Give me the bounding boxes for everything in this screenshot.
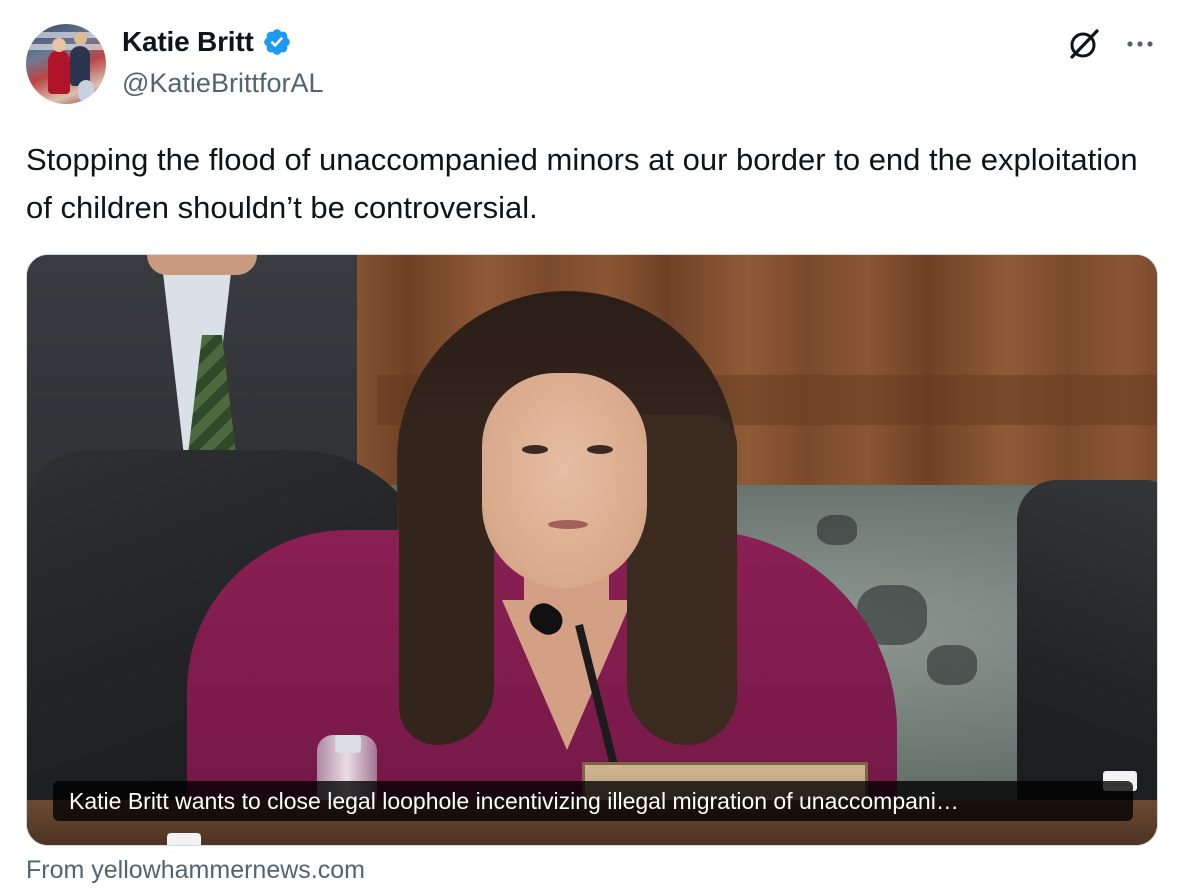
author-name-row: Katie Britt [122,26,292,58]
tweet-card: Katie Britt @KatieBrittforAL Stopping th… [0,0,1184,896]
speaker-lips [548,520,588,529]
avatar-person-head [52,38,66,52]
more-options-icon[interactable] [1124,28,1156,60]
marble-vein [817,515,857,545]
tweet-text: Stopping the flood of unaccompanied mino… [26,142,1138,225]
avatar-child [78,80,94,102]
avatar-flag-stripe [26,32,106,38]
background-man-chin [147,255,257,275]
avatar[interactable] [26,24,106,104]
author-handle[interactable]: @KatieBrittforAL [122,68,324,99]
link-card-media[interactable]: Katie Britt wants to close legal loophol… [26,254,1158,846]
media-caption: Katie Britt wants to close legal loophol… [53,781,1133,821]
marble-vein [927,645,977,685]
speaker-eye [522,445,548,454]
speaker-face [482,373,647,588]
verified-badge-icon[interactable] [262,27,292,57]
grok-icon[interactable] [1066,26,1102,62]
speaker-hair-left [399,415,494,745]
link-source[interactable]: From yellowhammernews.com [26,856,365,885]
speaker-eye [587,445,613,454]
avatar-person-head [74,32,87,45]
water-bottle-cap [335,735,361,753]
avatar-person [48,50,70,94]
cup [167,833,201,845]
author-display-name[interactable]: Katie Britt [122,26,254,58]
avatar-flag-stripe [26,44,106,50]
